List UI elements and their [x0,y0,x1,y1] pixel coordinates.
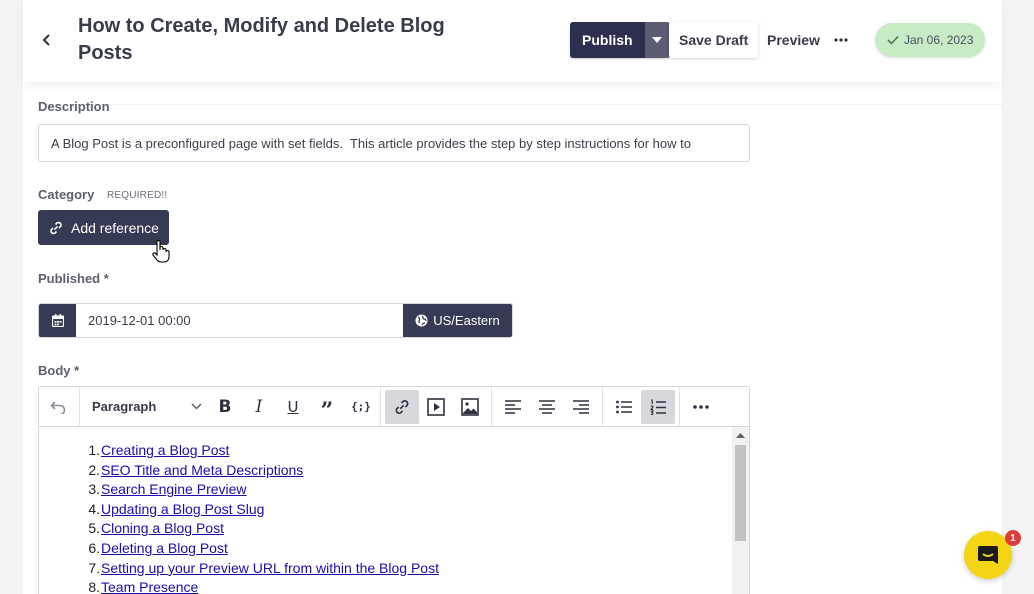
description-input[interactable] [38,124,750,162]
list-item-number: 2. [88,461,100,478]
publish-options-button[interactable] [644,22,670,58]
link-icon [395,399,409,414]
calendar-icon [51,314,64,327]
preview-button[interactable]: Preview [767,22,820,58]
hand-pointer-cursor-icon [152,240,170,263]
check-icon [887,35,899,45]
list-item: 3. Search Engine Preview [88,480,439,500]
back-button[interactable] [37,28,57,52]
caret-down-icon [652,37,663,43]
body-label: Body * [38,363,80,378]
publish-button[interactable]: Publish [570,22,645,58]
undo-button[interactable] [41,390,75,424]
list-item-number: 5. [88,520,100,537]
chat-icon [978,546,998,564]
required-tag: REQUIRED!! [107,190,168,201]
align-left-icon [505,399,521,414]
code-icon: {;} [351,400,371,413]
list-item: 1. Creating a Blog Post [88,441,439,461]
paragraph-format-value: Paragraph [92,399,157,414]
bold-button[interactable]: B [208,390,242,424]
link-icon [50,221,62,234]
more-horizontal-icon [693,404,709,409]
scrollbar-thumb[interactable] [735,445,746,541]
underline-button[interactable]: U [276,390,310,424]
list-item: 5. Cloning a Blog Post [88,519,439,539]
blockquote-button[interactable]: ” [310,390,344,424]
list-item: 7. Setting up your Preview URL from withi… [88,559,439,579]
publish-button-group: Publish [570,22,670,58]
underline-icon: U [287,397,299,416]
align-left-button[interactable] [496,390,530,424]
editor-scrollbar[interactable] [732,427,749,594]
numbered-list-button[interactable] [641,389,675,424]
section-divider [38,104,1002,105]
insert-image-button[interactable] [453,390,487,424]
more-horizontal-icon [834,38,848,42]
chevron-left-icon [42,34,50,46]
undo-icon [50,400,66,414]
bold-icon: B [218,396,232,417]
calendar-button[interactable] [39,304,76,337]
bulleted-list-icon [616,400,632,413]
bulleted-list-button[interactable] [607,390,641,424]
list-item-link[interactable]: Creating a Blog Post [101,442,229,458]
video-icon [427,397,445,416]
editor-toolbar: Paragraph B I U ” {;} [39,387,749,427]
more-toolbar-button[interactable] [684,390,718,424]
paragraph-format-select[interactable]: Paragraph [82,390,208,424]
italic-icon: I [255,396,263,417]
list-item-number: 4. [88,500,100,517]
quote-icon: ” [320,397,334,424]
list-item-link[interactable]: Updating a Blog Post Slug [101,501,264,517]
published-status-badge: Jan 06, 2023 [875,23,986,57]
list-item: 6. Deleting a Blog Post [88,539,439,559]
align-right-icon [573,399,589,414]
timezone-button[interactable]: US/Eastern [403,304,512,337]
list-item-number: 1. [88,442,100,458]
numbered-list: 1. Creating a Blog Post 2. SEO Title and Me… [88,441,439,594]
list-item-link[interactable]: Setting up your Preview URL from within … [101,560,439,576]
list-item: 4. Updating a Blog Post Slug [88,500,439,520]
image-icon [461,397,479,416]
published-label: Published * [38,271,109,286]
rich-text-editor: Paragraph B I U ” {;} 1. Creating a Blog… [38,386,750,594]
editor-content[interactable]: 1. Creating a Blog Post 2. SEO Title and Me… [39,427,749,594]
list-item-number: 6. [88,539,100,556]
list-item-number: 3. [88,481,100,498]
list-item-number: 8. [88,579,100,594]
more-options-button[interactable] [832,28,850,52]
add-reference-button[interactable]: Add reference [38,210,169,245]
list-item-link[interactable]: Deleting a Blog Post [101,540,228,556]
status-date: Jan 06, 2023 [904,33,974,47]
page-title: How to Create, Modify and Delete Blog Po… [78,15,445,64]
add-reference-label: Add reference [71,219,159,236]
globe-icon [415,314,428,327]
chat-notification-badge: 1 [1005,530,1021,546]
list-item-link[interactable]: Search Engine Preview [101,481,247,497]
list-item: 8. Team Presence [88,578,439,594]
italic-button[interactable]: I [242,390,276,424]
chevron-down-icon [191,403,202,410]
align-center-button[interactable] [530,390,564,424]
embed-video-button[interactable] [419,390,453,424]
link-button[interactable] [385,389,419,424]
align-right-button[interactable] [564,390,598,424]
timezone-label: US/Eastern [433,313,500,328]
list-item-link[interactable]: Team Presence [101,579,198,594]
published-date-input[interactable] [76,304,403,337]
align-center-icon [539,399,555,414]
scroll-up-arrow-icon[interactable] [736,433,745,438]
list-item-link[interactable]: Cloning a Blog Post [101,520,224,536]
category-label: Category [38,187,95,202]
published-date-field: US/Eastern [38,303,513,338]
code-button[interactable]: {;} [344,390,378,424]
description-label: Description [38,99,110,114]
page-header: How to Create, Modify and Delete Blog Po… [23,0,1002,82]
numbered-list-icon [650,398,666,415]
save-draft-button[interactable]: Save Draft [669,22,759,58]
list-item: 2. SEO Title and Meta Descriptions [88,461,439,481]
list-item-number: 7. [88,559,100,576]
list-item-link[interactable]: SEO Title and Meta Descriptions [101,462,303,478]
